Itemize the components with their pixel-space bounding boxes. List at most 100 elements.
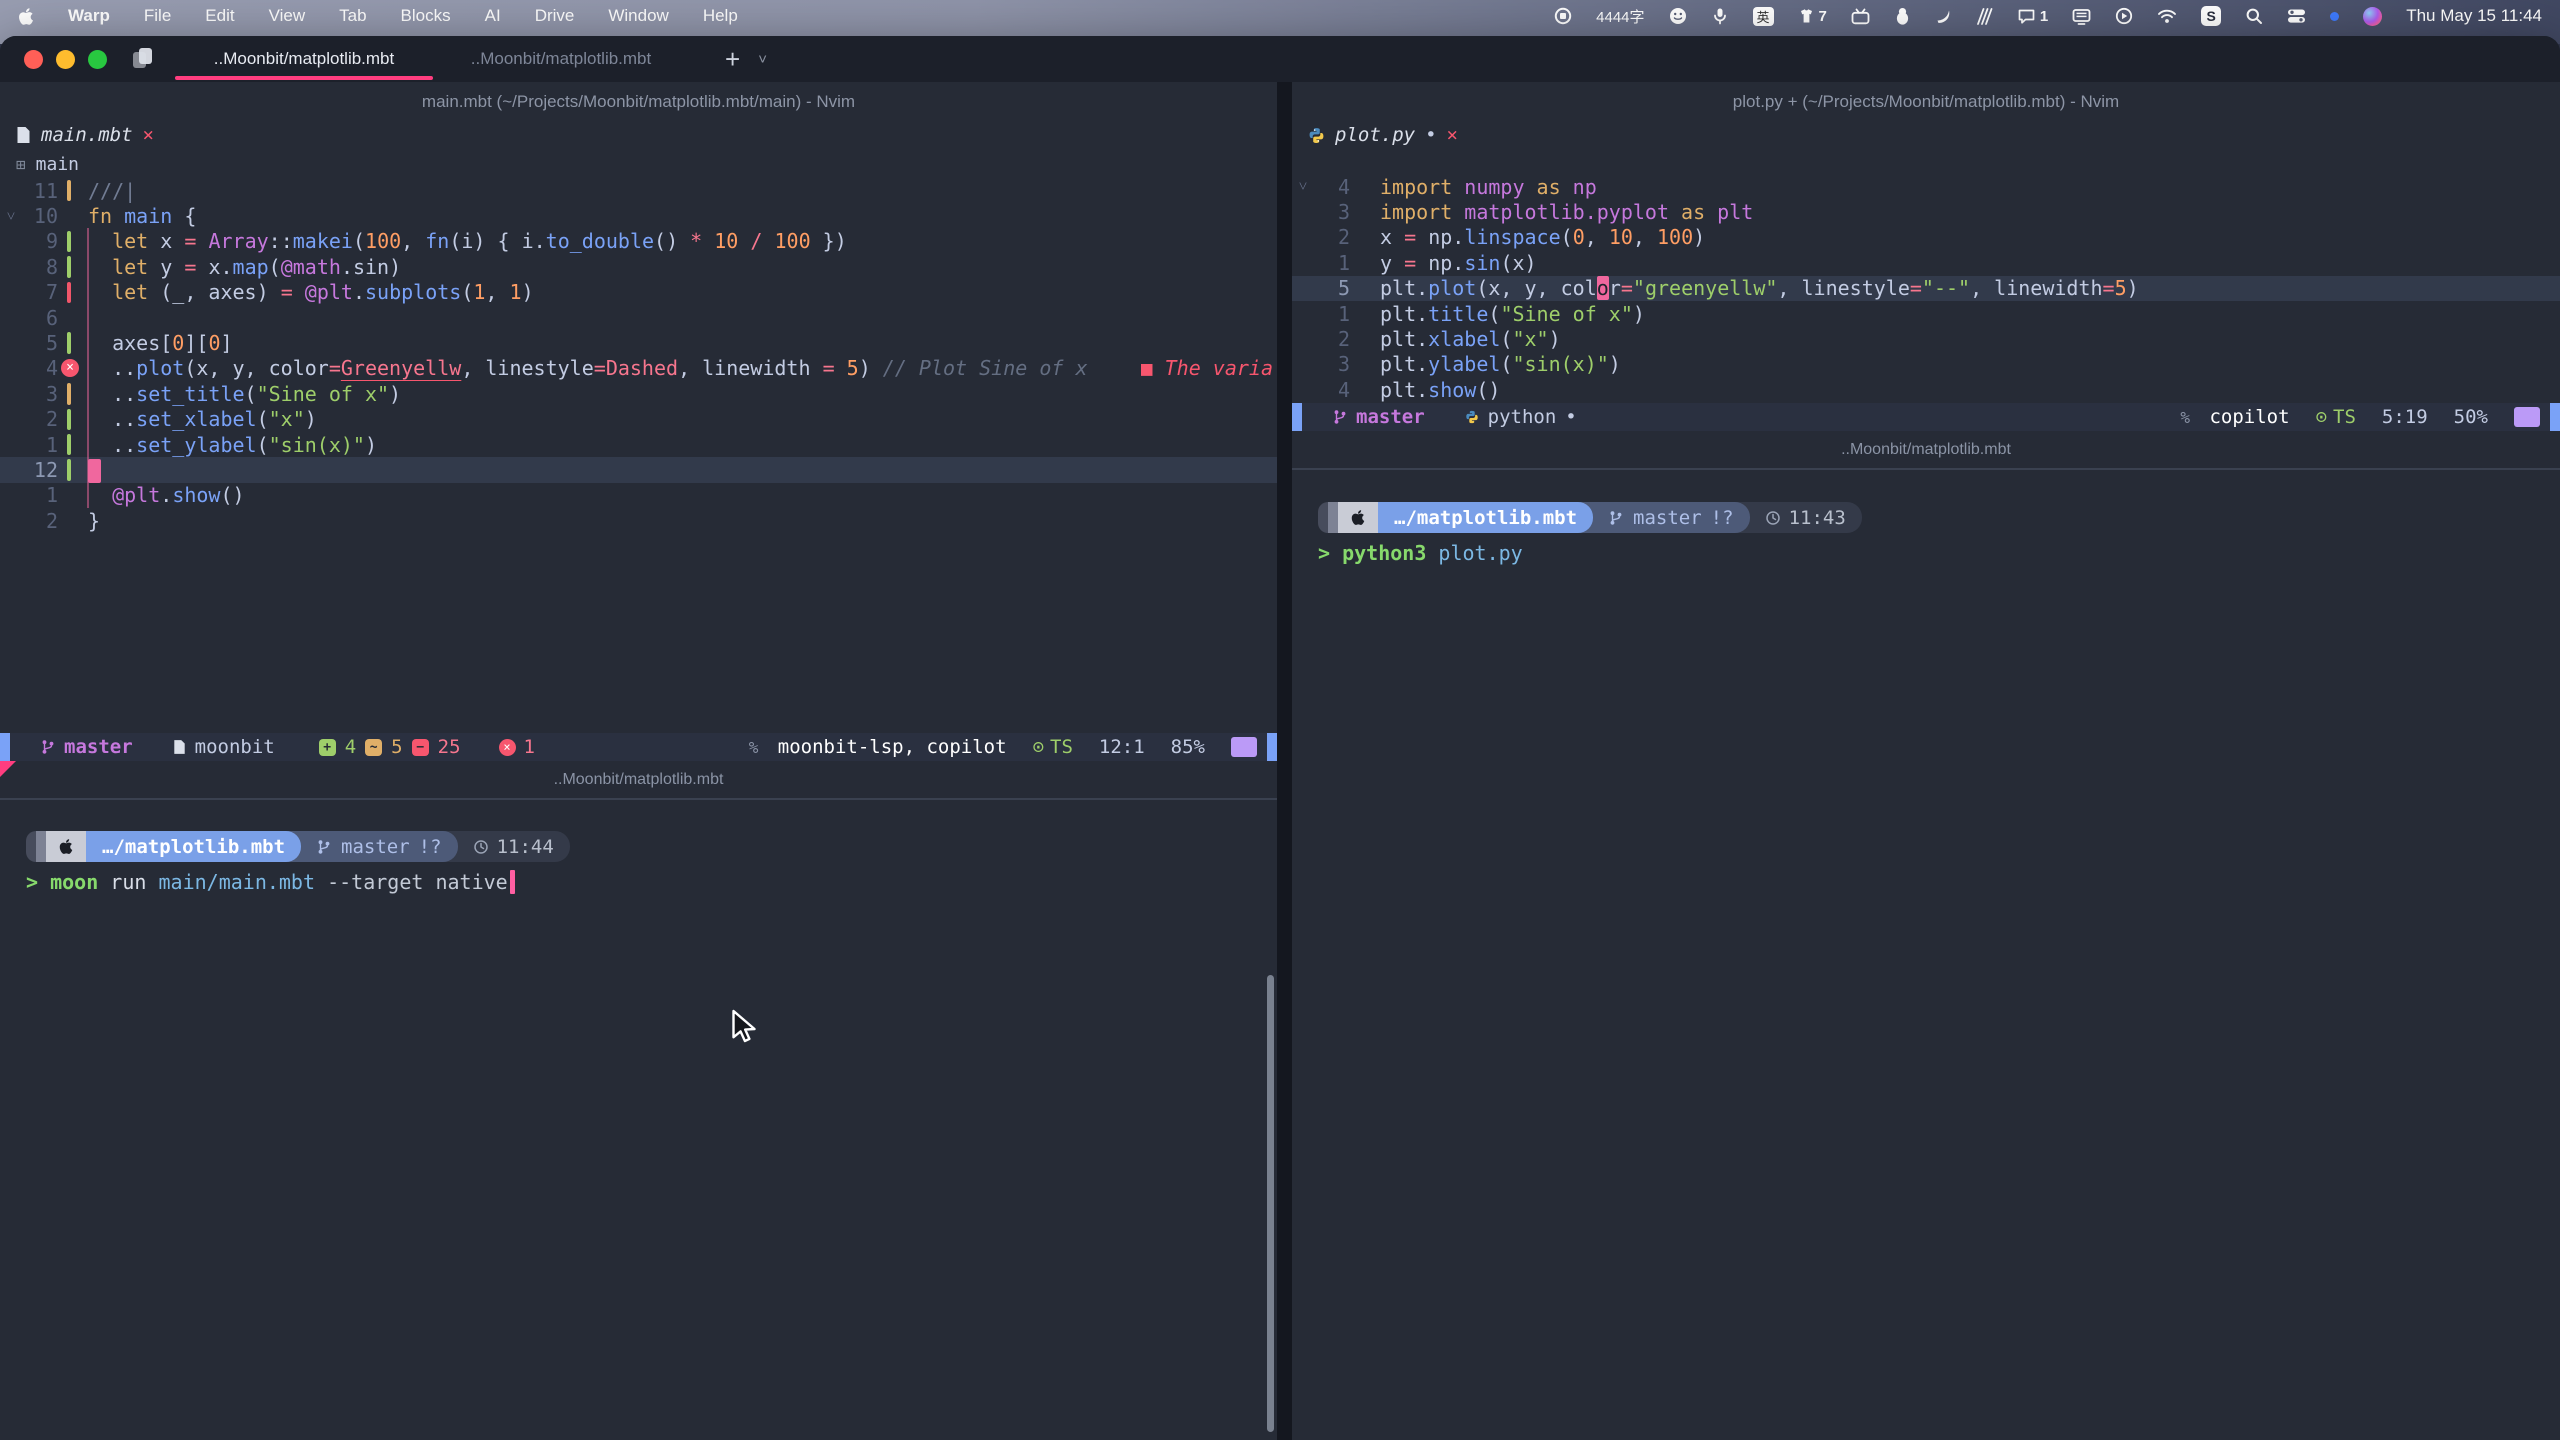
line-number: 12 [22,458,58,482]
buffer-close-icon[interactable]: × [143,124,154,146]
close-window-button[interactable] [24,50,43,69]
cursor-position: 5:19 [2382,406,2428,428]
tv-icon[interactable] [1851,8,1870,25]
token: xlabel [1428,327,1500,351]
line-number: 2 [22,407,58,431]
menu-item-tab[interactable]: Tab [339,6,366,26]
line-number: 2 [22,509,58,533]
token: } [88,509,100,533]
chat-icon[interactable]: 1 [2017,8,2048,25]
git-sign [58,407,88,432]
left-statusline: master moonbit + 4 ~ 5 − 25 × 1 [0,733,1277,761]
treesitter-label: TS [1050,736,1073,758]
token: ][ [184,331,208,355]
treesitter-label: TS [2333,406,2356,428]
token: , [1633,225,1657,249]
token: "Sine of x" [1500,302,1632,326]
clothing-icon[interactable]: 7 [1798,8,1827,25]
microphone-icon[interactable] [1711,7,1729,25]
token: ) [305,407,317,431]
token: @plt [112,483,160,507]
prompt-path: …/matplotlib.mbt [1394,507,1577,529]
menu-item-blocks[interactable]: Blocks [401,6,451,26]
treesitter-indicator: ⊙TS [2316,406,2356,428]
wifi-icon[interactable] [2157,8,2177,24]
tab-moonbit-matplotlib-inactive[interactable]: ..Moonbit/matplotlib.mbt [439,36,683,82]
git-branch-icon [1332,409,1348,425]
token: , [485,280,509,304]
git-sign [1350,377,1380,402]
new-tab-button[interactable]: + [725,46,740,72]
menu-item-warp[interactable]: Warp [68,6,110,26]
menu-item-ai[interactable]: AI [485,6,501,26]
code-text: let (_, axes) = @plt.subplots(1, 1) [88,280,534,304]
left-winbar: ⊞ main [16,154,79,175]
token: ylabel [1428,352,1500,376]
swoosh-icon[interactable] [1935,8,1952,25]
minimize-window-button[interactable] [56,50,75,69]
token: , linewidth [678,356,823,380]
input-source-icon[interactable]: 英 [1753,7,1774,26]
right-prompt-pill[interactable]: …/matplotlib.mbt master !? 11:43 [1318,502,1862,533]
pages-icon[interactable] [133,48,155,70]
menu-item-edit[interactable]: Edit [205,6,234,26]
menu-item-window[interactable]: Window [608,6,668,26]
display-mirroring-icon[interactable] [2072,8,2091,25]
right-command-input[interactable]: > python3 plot.py [1318,541,1523,565]
notification-dot [2330,12,2339,21]
token: plot [136,356,184,380]
stripes-icon[interactable] [1976,8,1993,25]
token: 10 [714,229,738,253]
menu-item-help[interactable]: Help [703,6,738,26]
smiley-icon[interactable] [1669,7,1687,25]
git-branch-indicator: master [1332,406,1425,428]
pane-divider[interactable] [1277,82,1292,1440]
zoom-window-button[interactable] [88,50,107,69]
left-pane-scrollbar[interactable] [1267,975,1274,1432]
tab-moonbit-matplotlib-active[interactable]: ..Moonbit/matplotlib.mbt [169,36,439,82]
git-sign [58,178,88,203]
command-caret [510,870,515,894]
fold-icon[interactable]: ˅ [0,207,22,226]
siri-icon[interactable] [2363,7,2382,26]
diagnostics-indicator: × 1 [499,736,535,758]
s-app-icon[interactable]: S [2201,6,2221,26]
token: = [1404,251,1428,275]
treesitter-indicator: ⊙TS [1033,736,1073,758]
token: Greenyellw [341,356,461,380]
menu-item-view[interactable]: View [269,6,306,26]
menu-item-drive[interactable]: Drive [535,6,575,26]
token: np. [1428,251,1464,275]
fold-icon[interactable]: ˅ [1292,177,1314,196]
line-number: 11 [22,179,58,203]
control-center-icon[interactable] [2287,8,2306,24]
search-icon[interactable] [2245,7,2263,25]
python-icon [1308,127,1325,144]
token: "greenyellw" [1633,276,1778,300]
token: numpy [1464,175,1536,199]
git-sign [58,508,88,533]
token: ) [1609,352,1621,376]
token [88,483,112,507]
buffer-close-icon[interactable]: × [1447,124,1458,146]
token: import [1380,200,1464,224]
word-count-status[interactable]: 4444字 [1596,6,1644,27]
play-status-icon[interactable] [2115,7,2133,25]
menu-item-file[interactable]: File [144,6,171,26]
token: , linewidth [1970,276,2102,300]
left-prompt-pill[interactable]: …/matplotlib.mbt master !? 11:44 [26,831,570,862]
token: 5 [2115,276,2127,300]
token: / [750,229,774,253]
right-terminal-header: ..Moonbit/matplotlib.mbt [1292,431,2560,470]
left-command-input[interactable]: > moon run main/main.mbt --target native [26,870,515,894]
apple-menu-icon[interactable] [18,7,34,26]
token: ( [1500,327,1512,351]
menu-clock[interactable]: Thu May 15 11:44 [2406,6,2542,26]
line-number: 3 [1314,200,1350,224]
penguin-icon[interactable] [1894,7,1911,25]
tab-menu-chevron-icon[interactable]: ˅ [758,51,767,68]
record-icon[interactable] [1554,7,1572,25]
code-line: ˅4import numpy as np [1292,174,2560,199]
token: @plt [305,280,353,304]
prompt-segment-spacer [26,831,36,862]
